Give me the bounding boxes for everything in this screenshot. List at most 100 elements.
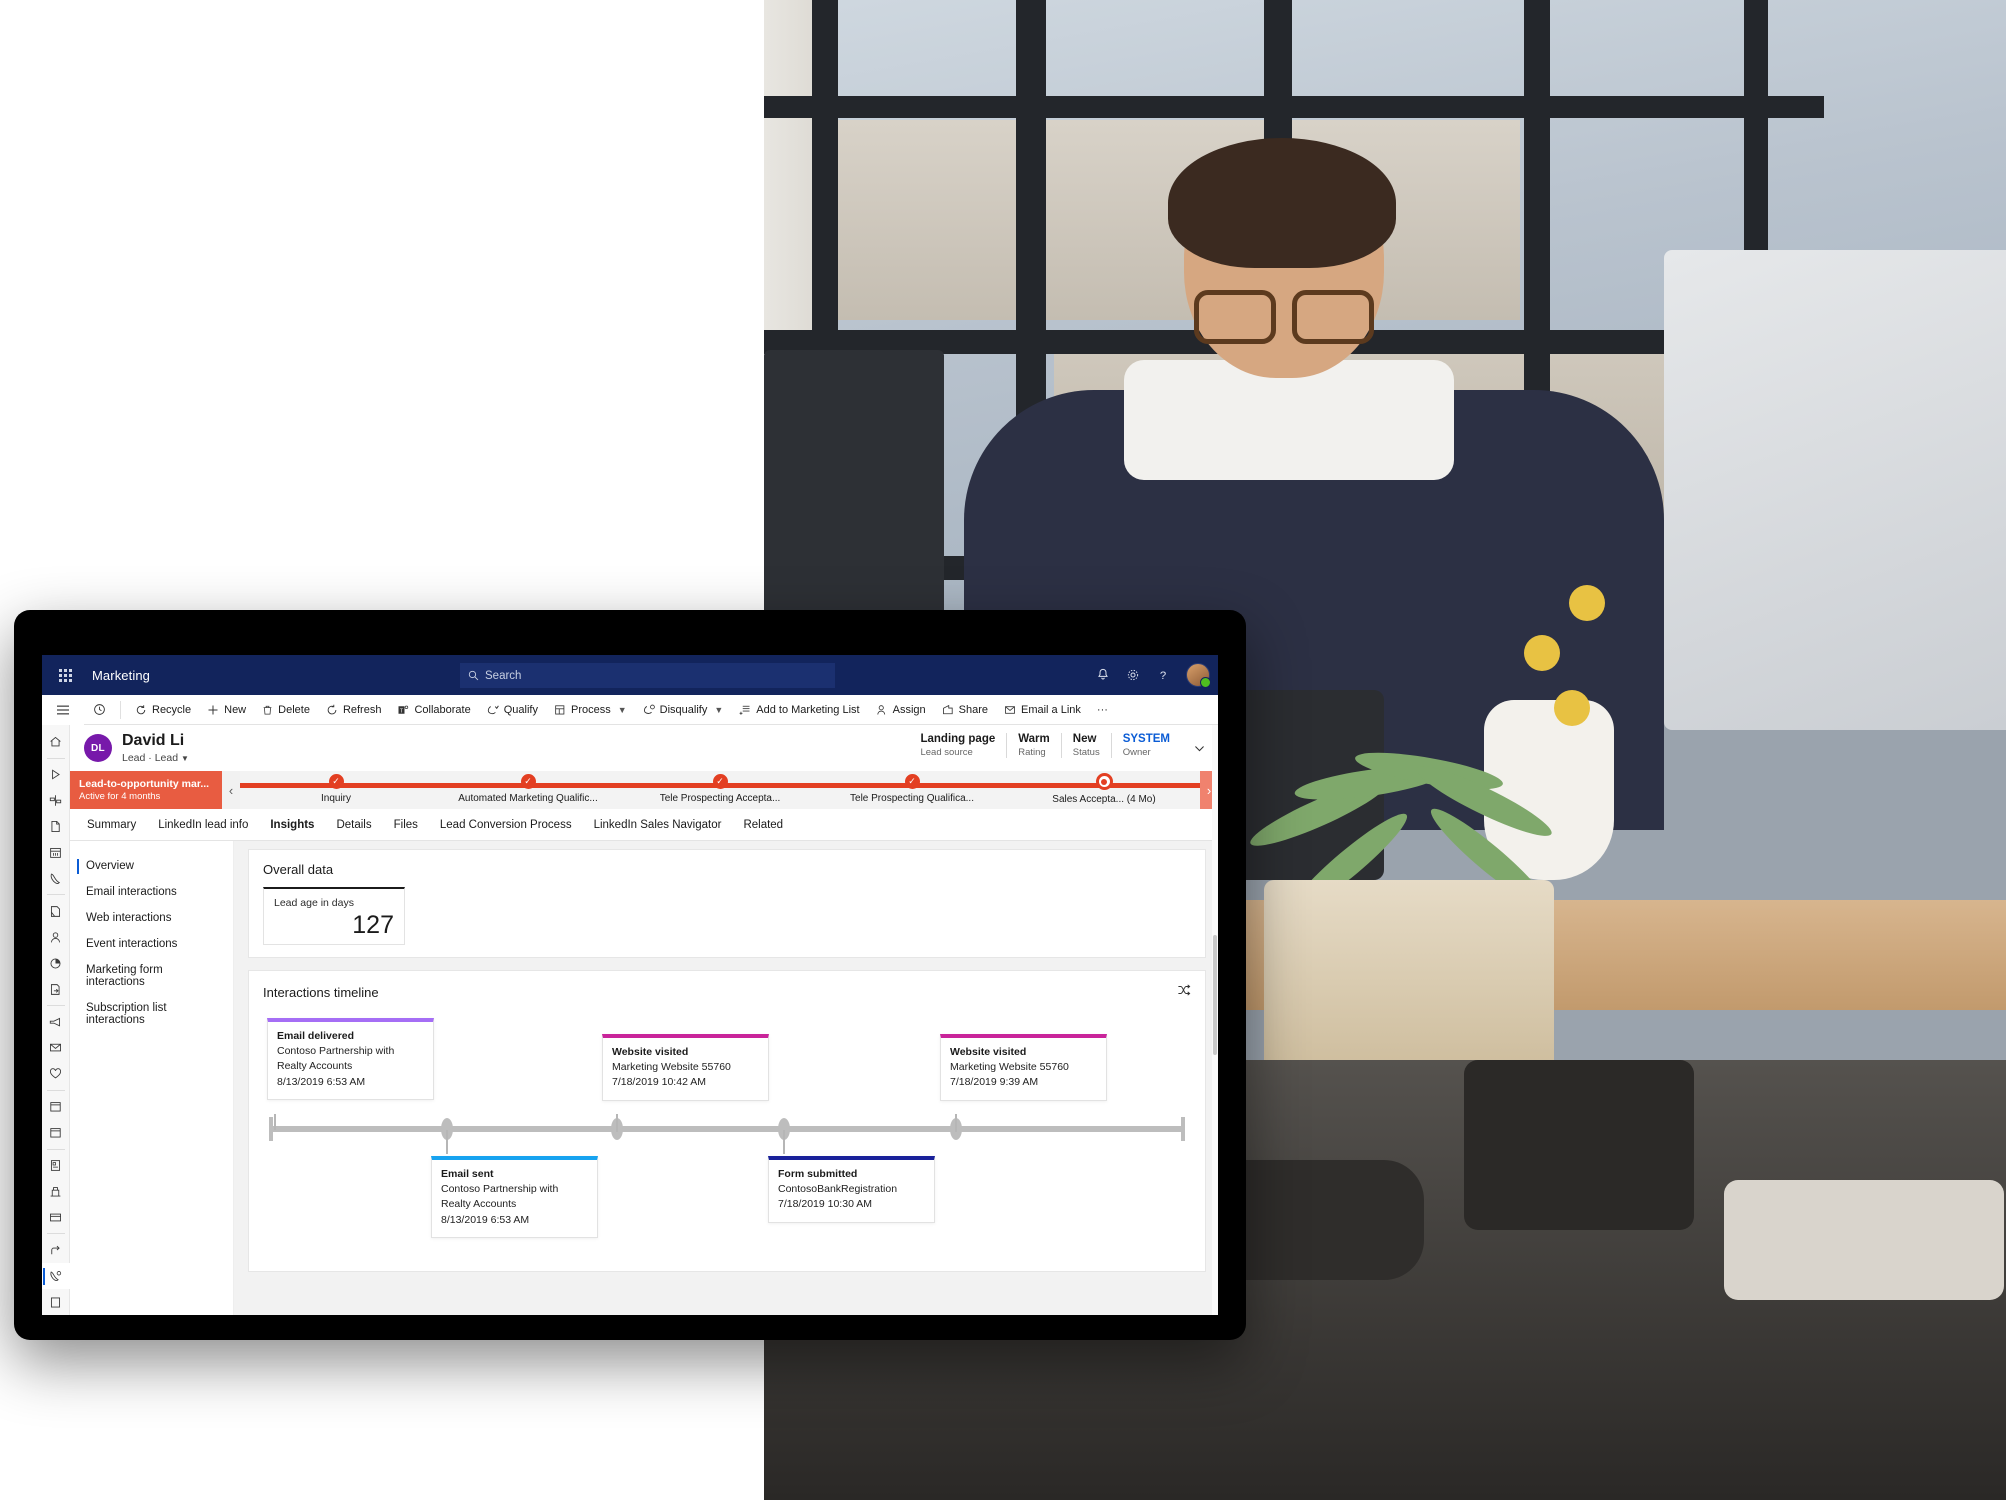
clock-history-icon[interactable] xyxy=(84,695,114,725)
gear-icon[interactable] xyxy=(1126,668,1140,682)
rail-item-notes-icon[interactable] xyxy=(42,1289,70,1315)
teams-icon: T xyxy=(398,705,409,714)
kpi-value: 127 xyxy=(352,911,394,939)
bell-icon[interactable] xyxy=(1096,668,1110,682)
process-button[interactable]: Process ▼ xyxy=(546,695,635,725)
timeline-event-card[interactable]: Form submitted ContosoBankRegistration 7… xyxy=(768,1156,935,1223)
timeline-event-card[interactable]: Website visited Marketing Website 55760 … xyxy=(940,1034,1107,1101)
bpf-step-label: Sales Accepta... xyxy=(1052,794,1125,805)
field-label: Rating xyxy=(1018,747,1046,758)
new-button[interactable]: New xyxy=(199,695,254,725)
calendar-icon xyxy=(50,848,61,858)
tab-files[interactable]: Files xyxy=(383,809,429,841)
user-avatar[interactable] xyxy=(1186,663,1211,688)
bpf-step[interactable]: ✓ Tele Prospecting Accepta... xyxy=(624,767,816,809)
tab-linkedin-lead-info[interactable]: LinkedIn lead info xyxy=(147,809,259,841)
tab-summary[interactable]: Summary xyxy=(76,809,147,841)
form-icon xyxy=(50,906,61,917)
rail-item-venue-icon[interactable] xyxy=(42,1179,70,1205)
tablet-device: Marketing Search ? Recycle New Delete Re… xyxy=(14,610,1246,1340)
command-label: Refresh xyxy=(342,703,382,716)
divider xyxy=(46,1233,65,1235)
bpf-step[interactable]: ✓ Tele Prospecting Qualifica... xyxy=(816,767,1008,809)
rail-item-home-icon[interactable] xyxy=(42,729,70,755)
tab-lead-conversion-process[interactable]: Lead Conversion Process xyxy=(429,809,583,841)
tab-related[interactable]: Related xyxy=(732,809,794,841)
plus-icon xyxy=(208,705,218,714)
bpf-step-active[interactable]: Sales Accepta... (4 Mo) xyxy=(1008,767,1200,809)
rail-item-calendar-alt-icon[interactable] xyxy=(42,1094,70,1120)
hamburger-icon[interactable] xyxy=(42,695,84,725)
assign-button[interactable]: Assign xyxy=(868,695,934,725)
bpf-current-stage[interactable]: Lead-to-opportunity mar... Active for 4 … xyxy=(70,771,222,809)
search-input[interactable]: Search xyxy=(460,663,835,688)
event-detail: Marketing Website 55760 xyxy=(950,1061,1069,1074)
command-label: Process xyxy=(570,703,611,716)
add-to-marketing-list-button[interactable]: Add to Marketing List xyxy=(731,695,867,725)
email-a-link-button[interactable]: Email a Link xyxy=(996,695,1089,725)
business-process-flow: Lead-to-opportunity mar... Active for 4 … xyxy=(70,771,1218,809)
insights-nav-subscription-list-interactions[interactable]: Subscription list interactions xyxy=(70,995,233,1033)
insights-nav-overview[interactable]: Overview xyxy=(70,853,233,879)
rail-item-megaphone-icon[interactable] xyxy=(42,1009,70,1035)
bpf-prev-button[interactable]: ‹ xyxy=(222,771,240,809)
tab-details[interactable]: Details xyxy=(325,809,382,841)
expand-header-button[interactable] xyxy=(1181,733,1206,763)
notepad xyxy=(1724,1180,2004,1300)
rail-item-form-icon[interactable] xyxy=(42,898,70,924)
tab-linkedin-sales-navigator[interactable]: LinkedIn Sales Navigator xyxy=(583,809,733,841)
rail-item-heart-icon[interactable] xyxy=(42,1061,70,1087)
recycle-button[interactable]: Recycle xyxy=(127,695,199,725)
rail-item-contact-icon[interactable] xyxy=(42,924,70,950)
timeline-event-card[interactable]: Email sent Contoso Partnership with Real… xyxy=(431,1156,598,1238)
disqualify-button[interactable]: Disqualify ▼ xyxy=(635,695,732,725)
waffle-grid-icon[interactable] xyxy=(48,668,82,682)
shuffle-icon[interactable] xyxy=(1177,983,1191,1002)
bpf-step[interactable]: ✓ Inquiry xyxy=(240,767,432,809)
header-field-owner[interactable]: SYSTEM Owner xyxy=(1110,733,1181,758)
rail-item-segments-icon[interactable] xyxy=(42,788,70,814)
rail-item-calendar-event-icon[interactable] xyxy=(42,1120,70,1146)
delete-button[interactable]: Delete xyxy=(254,695,318,725)
notes-icon xyxy=(50,1297,61,1308)
plant-leaf xyxy=(1410,756,1558,846)
rail-item-calendar-icon[interactable] xyxy=(42,840,70,866)
insights-nav-marketing-form-interactions[interactable]: Marketing form interactions xyxy=(70,957,233,995)
header-field-status[interactable]: New Status xyxy=(1060,733,1111,758)
home-icon xyxy=(50,737,61,747)
bpf-step[interactable]: ✓ Automated Marketing Qualific... xyxy=(432,767,624,809)
rail-item-play-icon[interactable] xyxy=(42,762,70,788)
timeline-event-card[interactable]: Website visited Marketing Website 55760 … xyxy=(602,1034,769,1101)
rail-item-pie-chart-icon[interactable] xyxy=(42,950,70,976)
rail-item-envelope-icon[interactable] xyxy=(42,1035,70,1061)
rail-item-survey-icon[interactable] xyxy=(42,1153,70,1179)
collaborate-button[interactable]: T Collaborate xyxy=(389,695,478,725)
overflow-menu-button[interactable]: ··· xyxy=(1089,695,1116,725)
header-field-lead-source[interactable]: Landing page Lead source xyxy=(909,733,1006,758)
command-label: Recycle xyxy=(152,703,192,716)
rail-item-lead-insights-icon[interactable] xyxy=(42,1263,70,1290)
share-button[interactable]: Share xyxy=(934,695,996,725)
rail-item-branch-icon[interactable] xyxy=(42,1237,70,1263)
question-mark-icon[interactable]: ? xyxy=(1156,668,1170,682)
header-field-rating[interactable]: Warm Rating xyxy=(1006,733,1061,758)
disqualify-icon xyxy=(643,704,655,714)
qualify-button[interactable]: Qualify xyxy=(479,695,546,725)
rail-item-document-icon[interactable] xyxy=(42,814,70,840)
command-label: Share xyxy=(958,703,988,716)
insights-nav-email-interactions[interactable]: Email interactions xyxy=(70,879,233,905)
rail-item-phone-icon[interactable] xyxy=(42,866,70,892)
record-subtitle[interactable]: Lead · Lead ▼ xyxy=(122,752,189,764)
rail-item-card-icon[interactable] xyxy=(42,1204,70,1230)
rail-item-page-export-icon[interactable] xyxy=(42,976,70,1002)
insights-nav-web-interactions[interactable]: Web interactions xyxy=(70,905,233,931)
refresh-button[interactable]: Refresh xyxy=(318,695,390,725)
lead-age-kpi[interactable]: Lead age in days 127 xyxy=(263,887,405,945)
scrollbar-thumb[interactable] xyxy=(1213,935,1217,1055)
timeline-axis xyxy=(271,1126,1183,1132)
timeline-event-card[interactable]: Email delivered Contoso Partnership with… xyxy=(267,1018,434,1100)
insights-nav-event-interactions[interactable]: Event interactions xyxy=(70,931,233,957)
bpf-step-label: Tele Prospecting Qualifica... xyxy=(850,793,974,804)
content-scrollbar[interactable] xyxy=(1212,725,1218,1315)
tab-insights[interactable]: Insights xyxy=(259,809,325,841)
